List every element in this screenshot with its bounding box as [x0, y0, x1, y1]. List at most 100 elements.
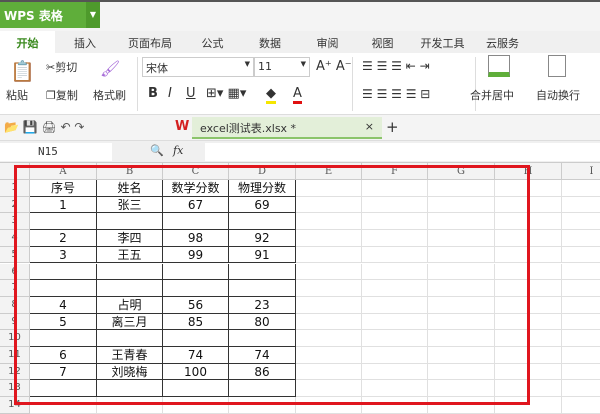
cell[interactable]	[97, 280, 163, 297]
wrap-text-icon[interactable]	[548, 55, 566, 77]
cell[interactable]	[362, 263, 428, 281]
cell[interactable]	[562, 180, 600, 197]
cell[interactable]	[296, 330, 362, 347]
formula-input[interactable]	[205, 143, 600, 161]
cell[interactable]: 7	[30, 363, 97, 381]
cell[interactable]	[97, 263, 163, 281]
cell[interactable]	[562, 264, 600, 281]
cell[interactable]: 74	[163, 347, 229, 364]
row-header[interactable]: 13	[0, 380, 30, 398]
cell[interactable]	[296, 280, 362, 297]
cell[interactable]	[296, 196, 362, 214]
cell[interactable]	[296, 213, 362, 231]
cell[interactable]: 23	[229, 296, 296, 314]
cell[interactable]	[30, 280, 97, 297]
cell[interactable]	[428, 313, 495, 331]
cell[interactable]	[562, 213, 600, 231]
row-header[interactable]: 3	[0, 213, 30, 231]
cut-button[interactable]: ✂剪切	[46, 59, 77, 75]
cell[interactable]	[562, 364, 600, 381]
cell[interactable]	[495, 347, 562, 364]
cell[interactable]	[562, 230, 600, 247]
cell[interactable]: 5	[30, 313, 97, 331]
cell[interactable]	[362, 313, 428, 331]
cell[interactable]	[97, 380, 163, 398]
column-header[interactable]: H	[495, 163, 562, 180]
align-left-icon[interactable]: ☰ ☰ ☰ ☰ ⊟	[362, 87, 430, 101]
wrap-text-button[interactable]: 自动换行	[536, 87, 580, 103]
cell[interactable]	[296, 263, 362, 281]
cell[interactable]: 3	[30, 246, 97, 264]
cell[interactable]: 92	[229, 230, 296, 247]
paste-button[interactable]: 粘贴	[6, 87, 28, 103]
column-header[interactable]: C	[163, 163, 229, 180]
cell[interactable]: 物理分数	[229, 180, 296, 197]
tab-insert[interactable]: 插入	[55, 31, 115, 53]
merge-center-icon[interactable]	[488, 55, 510, 77]
paste-icon[interactable]: 📋	[10, 59, 35, 83]
cell[interactable]	[30, 380, 97, 398]
quick-access-icons[interactable]: 📂 💾 🖨 ↶ ↷	[4, 120, 84, 134]
cell[interactable]	[229, 213, 296, 231]
cell[interactable]	[495, 280, 562, 297]
cell[interactable]: 1	[30, 196, 97, 214]
cell[interactable]	[428, 347, 495, 364]
cell[interactable]	[495, 330, 562, 347]
tab-view[interactable]: 视图	[355, 31, 410, 53]
row-header[interactable]: 9	[0, 313, 30, 331]
copy-button[interactable]: ❐复制	[46, 87, 78, 103]
document-tab[interactable]: excel测试表.xlsx * ×	[192, 117, 382, 139]
name-box[interactable]: N15	[0, 143, 112, 161]
cell[interactable]	[428, 363, 495, 381]
tab-page-layout[interactable]: 页面布局	[115, 31, 185, 53]
cell[interactable]	[562, 280, 600, 297]
cell[interactable]	[495, 313, 562, 331]
row-header[interactable]: 11	[0, 347, 30, 364]
cell[interactable]	[362, 280, 428, 297]
cell[interactable]	[562, 247, 600, 264]
cell[interactable]	[495, 230, 562, 247]
row-header[interactable]: 12	[0, 363, 30, 381]
cell[interactable]	[30, 263, 97, 281]
cell[interactable]	[362, 380, 428, 398]
column-header[interactable]: A	[30, 163, 97, 180]
cell[interactable]: 56	[163, 296, 229, 314]
cell[interactable]	[296, 363, 362, 381]
cell[interactable]	[562, 380, 600, 398]
cell[interactable]	[428, 196, 495, 214]
row-header[interactable]: 1	[0, 180, 30, 197]
cell[interactable]	[428, 330, 495, 347]
cell[interactable]: 80	[229, 313, 296, 331]
cell[interactable]	[362, 347, 428, 364]
tab-formulas[interactable]: 公式	[185, 31, 240, 53]
align-top-icon[interactable]: ☰ ☰ ☰ ⇤ ⇥	[362, 59, 430, 73]
cell[interactable]	[362, 180, 428, 197]
cell[interactable]	[362, 330, 428, 347]
cell[interactable]	[296, 230, 362, 247]
cell[interactable]: 张三	[97, 196, 163, 214]
cell[interactable]	[97, 213, 163, 231]
font-size-select[interactable]: 11 ▼	[254, 57, 310, 77]
cell[interactable]: 姓名	[97, 180, 163, 197]
cell[interactable]	[562, 330, 600, 347]
cell[interactable]	[296, 180, 362, 197]
fx-icon[interactable]: fx	[173, 144, 183, 157]
cell[interactable]: 刘晓梅	[97, 363, 163, 381]
bold-icon[interactable]: B	[148, 86, 158, 101]
row-header[interactable]: 4	[0, 230, 30, 247]
cell[interactable]: 85	[163, 313, 229, 331]
cell[interactable]: 6	[30, 347, 97, 364]
cell[interactable]: 李四	[97, 230, 163, 247]
cell[interactable]: 99	[163, 246, 229, 264]
cell[interactable]	[229, 280, 296, 297]
row-header[interactable]: 2	[0, 196, 30, 214]
cell[interactable]: 2	[30, 230, 97, 247]
row-header[interactable]: 5	[0, 246, 30, 264]
cell[interactable]	[495, 196, 562, 214]
border-icon[interactable]: ⊞▾ ▦▾	[206, 86, 246, 101]
cell[interactable]	[428, 180, 495, 197]
cell[interactable]: 91	[229, 246, 296, 264]
row-header[interactable]: 10	[0, 330, 30, 347]
column-header[interactable]: G	[428, 163, 495, 180]
tab-review[interactable]: 审阅	[300, 31, 355, 53]
